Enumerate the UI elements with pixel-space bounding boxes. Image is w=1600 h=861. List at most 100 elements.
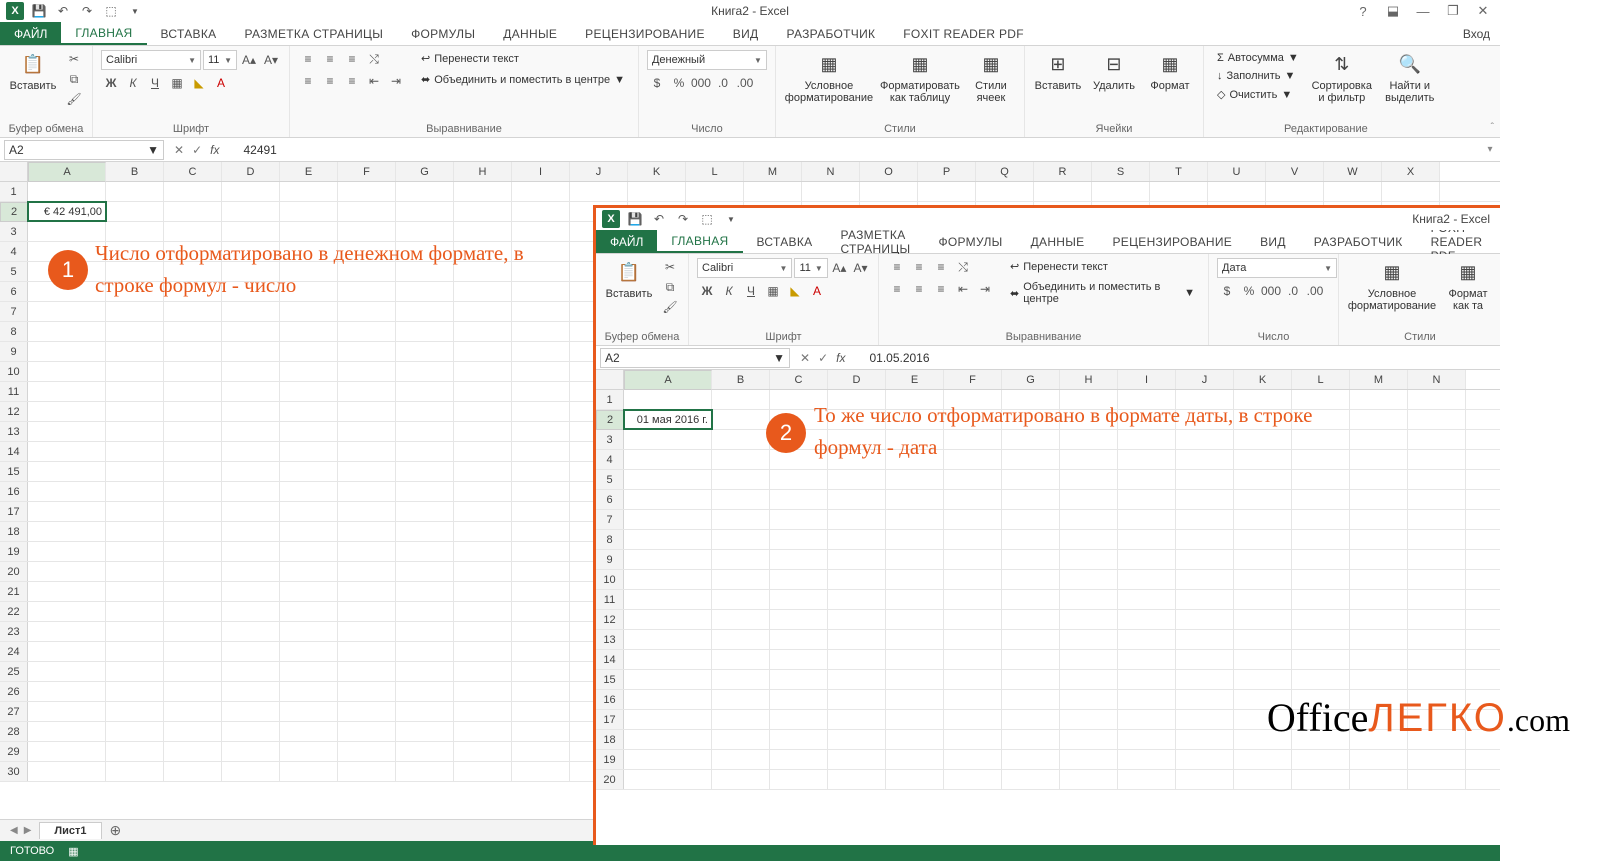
cell[interactable] bbox=[338, 402, 396, 421]
row-header[interactable]: 13 bbox=[0, 422, 28, 441]
cell[interactable] bbox=[454, 582, 512, 601]
cell[interactable] bbox=[1060, 710, 1118, 729]
cell[interactable] bbox=[1350, 610, 1408, 629]
cell[interactable] bbox=[454, 702, 512, 721]
sheet-next-icon[interactable]: ▶ bbox=[24, 825, 32, 836]
column-header[interactable]: J bbox=[570, 162, 628, 181]
cell[interactable] bbox=[222, 582, 280, 601]
tab-file[interactable]: ФАЙЛ bbox=[0, 22, 61, 45]
cell[interactable] bbox=[1176, 590, 1234, 609]
row-header[interactable]: 14 bbox=[0, 442, 28, 461]
cell[interactable] bbox=[828, 730, 886, 749]
cell[interactable] bbox=[770, 590, 828, 609]
cell[interactable] bbox=[886, 690, 944, 709]
row-header[interactable]: 16 bbox=[596, 690, 624, 709]
cell[interactable] bbox=[512, 382, 570, 401]
accounting-format-icon[interactable]: $ bbox=[647, 74, 667, 92]
row-header[interactable]: 4 bbox=[596, 450, 624, 469]
cell[interactable] bbox=[624, 770, 712, 789]
cell[interactable] bbox=[712, 630, 770, 649]
cell[interactable] bbox=[106, 342, 164, 361]
cell[interactable] bbox=[1118, 690, 1176, 709]
cell[interactable] bbox=[1350, 650, 1408, 669]
cell[interactable] bbox=[1350, 630, 1408, 649]
cell[interactable] bbox=[828, 610, 886, 629]
increase-indent-icon[interactable]: ⇥ bbox=[386, 72, 406, 90]
cell[interactable] bbox=[624, 750, 712, 769]
cell[interactable] bbox=[164, 642, 222, 661]
touch-mode-icon[interactable]: ⬚ bbox=[102, 2, 120, 20]
cell[interactable] bbox=[280, 302, 338, 321]
cell[interactable] bbox=[164, 462, 222, 481]
cell[interactable] bbox=[1060, 730, 1118, 749]
cell[interactable] bbox=[770, 750, 828, 769]
cell[interactable] bbox=[1002, 510, 1060, 529]
cell[interactable] bbox=[512, 742, 570, 761]
tab-view[interactable]: ВИД bbox=[1246, 230, 1300, 253]
cell[interactable] bbox=[164, 182, 222, 201]
tab-insert[interactable]: ВСТАВКА bbox=[147, 22, 231, 45]
cell[interactable] bbox=[280, 322, 338, 341]
cell[interactable] bbox=[1408, 450, 1466, 469]
cell[interactable] bbox=[106, 202, 164, 221]
cell[interactable] bbox=[164, 702, 222, 721]
cell[interactable] bbox=[396, 462, 454, 481]
cell[interactable] bbox=[454, 362, 512, 381]
cell[interactable] bbox=[338, 562, 396, 581]
cell[interactable] bbox=[944, 470, 1002, 489]
decrease-decimal-icon[interactable]: .00 bbox=[735, 74, 755, 92]
cell[interactable] bbox=[338, 522, 396, 541]
cell[interactable] bbox=[338, 602, 396, 621]
cell[interactable] bbox=[280, 562, 338, 581]
cell[interactable] bbox=[338, 322, 396, 341]
font-name-select[interactable]: Calibri▼ bbox=[697, 258, 792, 278]
cell[interactable] bbox=[1234, 610, 1292, 629]
autosum-button[interactable]: ΣАвтосумма▼ bbox=[1212, 50, 1304, 66]
cell[interactable] bbox=[712, 730, 770, 749]
cell[interactable] bbox=[338, 442, 396, 461]
conditional-formatting-button[interactable]: ▦Условное форматирование bbox=[784, 50, 874, 104]
cell[interactable] bbox=[1060, 630, 1118, 649]
fill-button[interactable]: ↓Заполнить▼ bbox=[1212, 68, 1304, 84]
cell[interactable] bbox=[886, 490, 944, 509]
cell[interactable] bbox=[512, 602, 570, 621]
cell[interactable] bbox=[396, 662, 454, 681]
cell[interactable] bbox=[512, 682, 570, 701]
tab-foxit[interactable]: FOXIT READER PDF bbox=[1417, 230, 1500, 253]
column-header[interactable]: V bbox=[1266, 162, 1324, 181]
cell[interactable] bbox=[222, 502, 280, 521]
cell[interactable] bbox=[106, 502, 164, 521]
insert-cells-button[interactable]: ⊞Вставить bbox=[1033, 50, 1083, 92]
cell[interactable] bbox=[106, 562, 164, 581]
cell[interactable] bbox=[222, 322, 280, 341]
format-painter-icon[interactable]: 🖌 bbox=[64, 90, 84, 108]
cell[interactable] bbox=[1060, 470, 1118, 489]
cell[interactable] bbox=[338, 642, 396, 661]
row-header[interactable]: 6 bbox=[0, 282, 28, 301]
cell[interactable] bbox=[1176, 490, 1234, 509]
cell[interactable] bbox=[1234, 630, 1292, 649]
cell[interactable] bbox=[1034, 182, 1092, 201]
sort-filter-button[interactable]: ⇅Сортировка и фильтр bbox=[1310, 50, 1374, 104]
cell[interactable] bbox=[944, 670, 1002, 689]
cell[interactable] bbox=[106, 642, 164, 661]
cell[interactable] bbox=[770, 670, 828, 689]
cell[interactable] bbox=[828, 470, 886, 489]
cell[interactable] bbox=[396, 562, 454, 581]
cell[interactable] bbox=[1350, 510, 1408, 529]
cell[interactable] bbox=[512, 722, 570, 741]
cell[interactable] bbox=[1002, 470, 1060, 489]
cell[interactable] bbox=[512, 622, 570, 641]
increase-indent-icon[interactable]: ⇥ bbox=[975, 280, 995, 298]
cell[interactable] bbox=[280, 382, 338, 401]
cell[interactable] bbox=[1176, 770, 1234, 789]
cancel-formula-icon[interactable]: ✕ bbox=[174, 143, 184, 157]
cell[interactable] bbox=[1118, 730, 1176, 749]
increase-font-icon[interactable]: A▴ bbox=[239, 51, 259, 69]
cell[interactable] bbox=[106, 622, 164, 641]
column-header[interactable]: M bbox=[1350, 370, 1408, 389]
cell[interactable] bbox=[712, 410, 770, 429]
cell[interactable] bbox=[944, 530, 1002, 549]
cell[interactable] bbox=[1176, 750, 1234, 769]
cell[interactable] bbox=[1002, 550, 1060, 569]
